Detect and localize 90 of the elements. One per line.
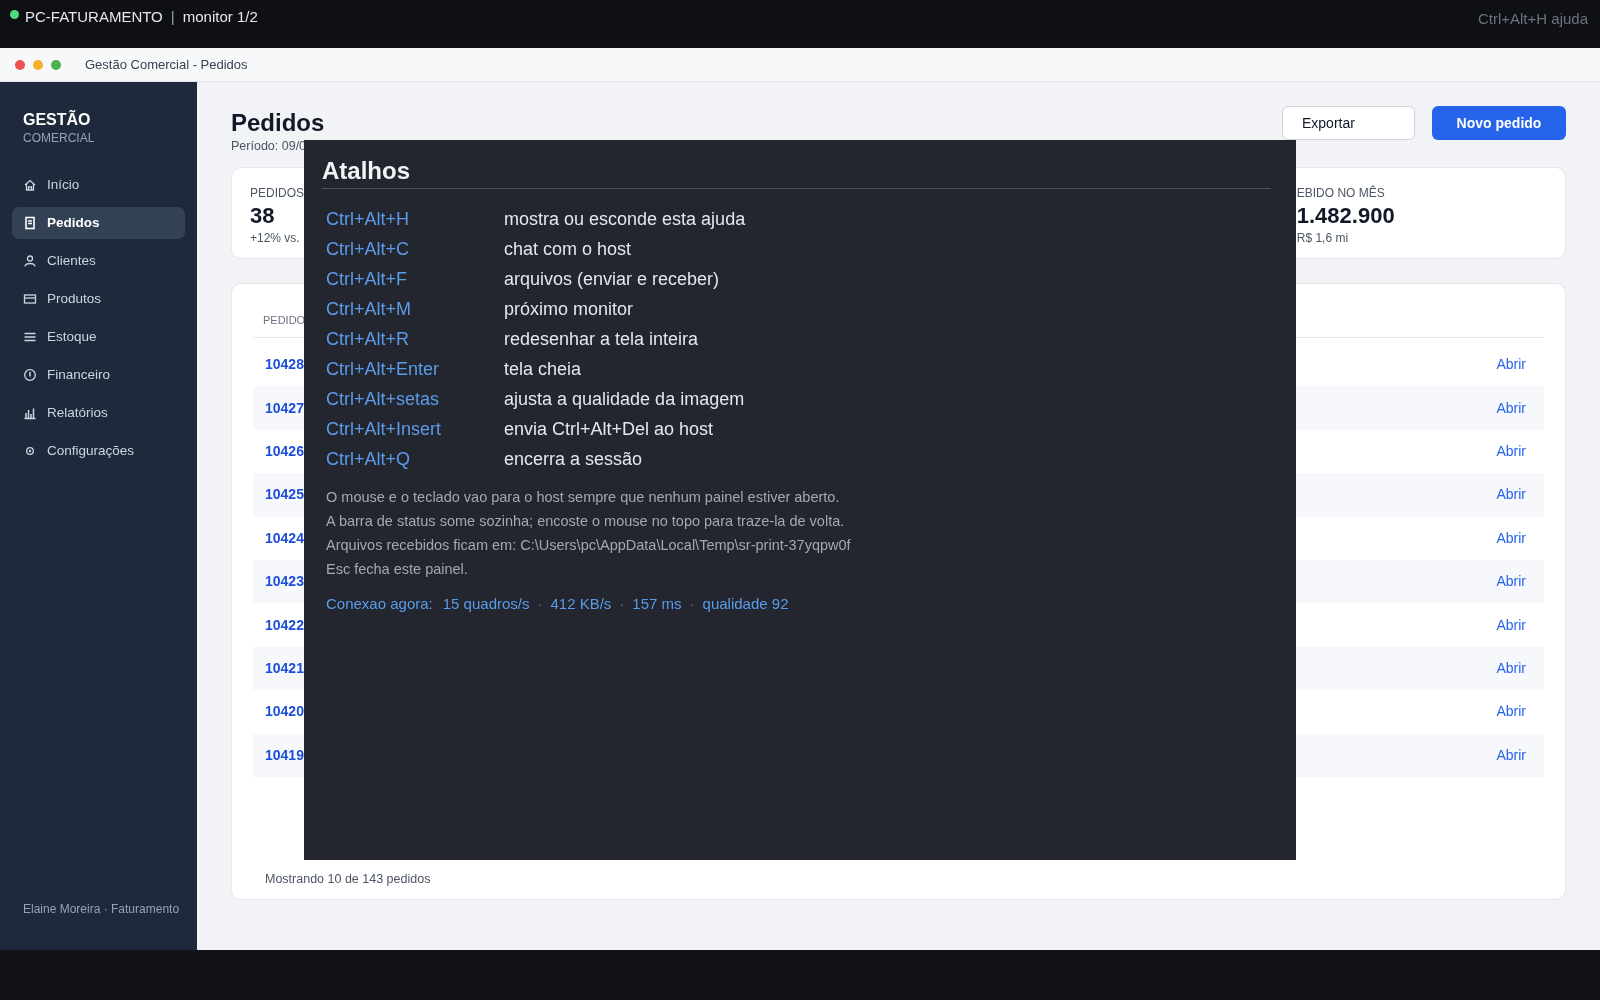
maximize-window-button[interactable] [51, 59, 61, 70]
shortcut-description: ajusta a qualidade da imagem [504, 387, 745, 411]
help-note: A barra de status some sozinha; encoste o mouse no topo para traze-la de volta. [326, 512, 845, 531]
stat-label: EBIDO NO MÊS [1296, 185, 1385, 201]
remote-title: monitor 1/2 [182, 7, 258, 27]
table-footer-text: Mostrando 10 de 143 pedidos [264, 871, 432, 889]
help-note: Esc fecha este painel. [326, 560, 468, 579]
shortcut-description: encerra a sessão [504, 447, 643, 471]
shortcut-keys: Ctrl+Alt+Insert [326, 415, 442, 443]
shortcut-keys: Ctrl+Alt+R [326, 325, 410, 353]
shortcut-description: tela cheia [504, 357, 582, 381]
column-header: PEDIDO [263, 313, 306, 329]
order-number-link[interactable]: 10422 [265, 614, 304, 636]
connection-stat: 15 quadros/s [442, 594, 530, 614]
open-link[interactable]: Abrir [1496, 614, 1532, 636]
open-link[interactable]: Abrir [1496, 657, 1532, 679]
connection-label: Conexao agora: [326, 594, 433, 614]
shortcut-keys: Ctrl+Alt+M [326, 295, 412, 323]
order-number-link[interactable]: 10421 [265, 657, 304, 679]
connection-stat: qualidade 92 [702, 594, 789, 614]
stat-value: 1.482.900 [1296, 202, 1395, 230]
sidebar-item[interactable]: Financeiro [12, 359, 185, 391]
minimize-window-button[interactable] [33, 59, 43, 70]
sidebar-item[interactable]: Clientes [12, 245, 185, 277]
brand-subtitle: COMERCIAL [22, 130, 96, 146]
export-button[interactable]: Exportar [1282, 106, 1415, 140]
open-link[interactable]: Abrir [1496, 571, 1532, 593]
order-number-link[interactable]: 10427 [265, 397, 304, 419]
page-title: Pedidos [231, 108, 325, 138]
remote-title: PC-FATURAMENTO [25, 7, 163, 27]
sidebar-item[interactable]: Relatórios [12, 397, 185, 429]
open-link[interactable]: Abrir [1496, 527, 1532, 549]
open-link[interactable]: Abrir [1496, 744, 1532, 766]
window-title: Gestão Comercial - Pedidos [85, 55, 248, 74]
open-link[interactable]: Abrir [1496, 397, 1532, 419]
sidebar-item[interactable]: Pedidos [12, 207, 185, 239]
order-number-link[interactable]: 10425 [265, 484, 304, 506]
sidebar-item[interactable]: Configurações [12, 435, 185, 467]
list-icon [23, 330, 37, 344]
document-icon [23, 216, 37, 230]
order-number-link[interactable]: 10426 [265, 440, 304, 462]
stat-note: R$ 1,6 mi [1296, 231, 1349, 245]
shortcut-description: arquivos (enviar e receber) [504, 267, 720, 291]
shortcut-description: chat com o host [504, 237, 632, 261]
open-link[interactable]: Abrir [1496, 701, 1532, 723]
panel-title: Atalhos [322, 156, 410, 186]
connection-stat: 412 KB/s [550, 594, 612, 614]
help-note: Arquivos recebidos ficam em: C:\Users\pc\AppData\Local\Temp\sr-print-37yqpw0f [326, 536, 851, 555]
info-circle-icon [23, 368, 37, 382]
person-icon [23, 254, 37, 268]
shortcut-keys: Ctrl+Alt+setas [326, 385, 440, 413]
separator: · [537, 594, 543, 614]
connection-status-icon [10, 9, 19, 19]
gear-icon [23, 444, 37, 458]
stat-label: PEDIDOS [250, 185, 304, 201]
brand-title: GESTÃO [22, 110, 92, 130]
shortcut-description: mostra ou esconde esta ajuda [504, 207, 746, 231]
order-number-link[interactable]: 10419 [265, 744, 304, 766]
shortcut-keys: Ctrl+Alt+C [326, 235, 410, 263]
order-number-link[interactable]: 10428 [265, 354, 304, 376]
sidebar-item[interactable]: Produtos [12, 283, 185, 315]
bar-chart-icon [23, 406, 37, 420]
help-hint: Ctrl+Alt+H ajuda [1477, 9, 1589, 29]
shortcut-description: redesenhar a tela inteira [504, 327, 699, 351]
order-number-link[interactable]: 10424 [265, 527, 304, 549]
connection-stat: 157 ms [632, 594, 682, 614]
order-number-link[interactable]: 10420 [265, 701, 304, 723]
shortcut-keys: Ctrl+Alt+H [326, 205, 410, 233]
open-link[interactable]: Abrir [1496, 440, 1532, 462]
shortcut-description: próximo monitor [504, 297, 634, 321]
sidebar-item[interactable]: Início [12, 169, 185, 201]
card-icon [23, 292, 37, 306]
stat-value: 38 [250, 202, 275, 230]
shortcut-keys: Ctrl+Alt+Q [326, 445, 411, 473]
sidebar-item[interactable]: Estoque [12, 321, 185, 353]
help-note: O mouse e o teclado vao para o host sempre que nenhum painel estiver aberto. [326, 488, 840, 507]
separator: | [170, 7, 175, 27]
user-name: Elaine Moreira · Faturamento [22, 901, 181, 918]
open-link[interactable]: Abrir [1496, 354, 1532, 376]
new-order-button[interactable]: Novo pedido [1432, 106, 1566, 140]
order-number-link[interactable]: 10423 [265, 571, 304, 593]
open-link[interactable]: Abrir [1496, 484, 1532, 506]
shortcut-description: envia Ctrl+Alt+Del ao host [504, 417, 714, 441]
separator: · [619, 594, 625, 614]
home-icon [23, 178, 37, 192]
separator: · [689, 594, 695, 614]
stat-note: +12% vs. [250, 231, 300, 245]
close-window-button[interactable] [15, 59, 25, 70]
shortcut-keys: Ctrl+Alt+Enter [326, 355, 440, 383]
shortcut-keys: Ctrl+Alt+F [326, 265, 408, 293]
